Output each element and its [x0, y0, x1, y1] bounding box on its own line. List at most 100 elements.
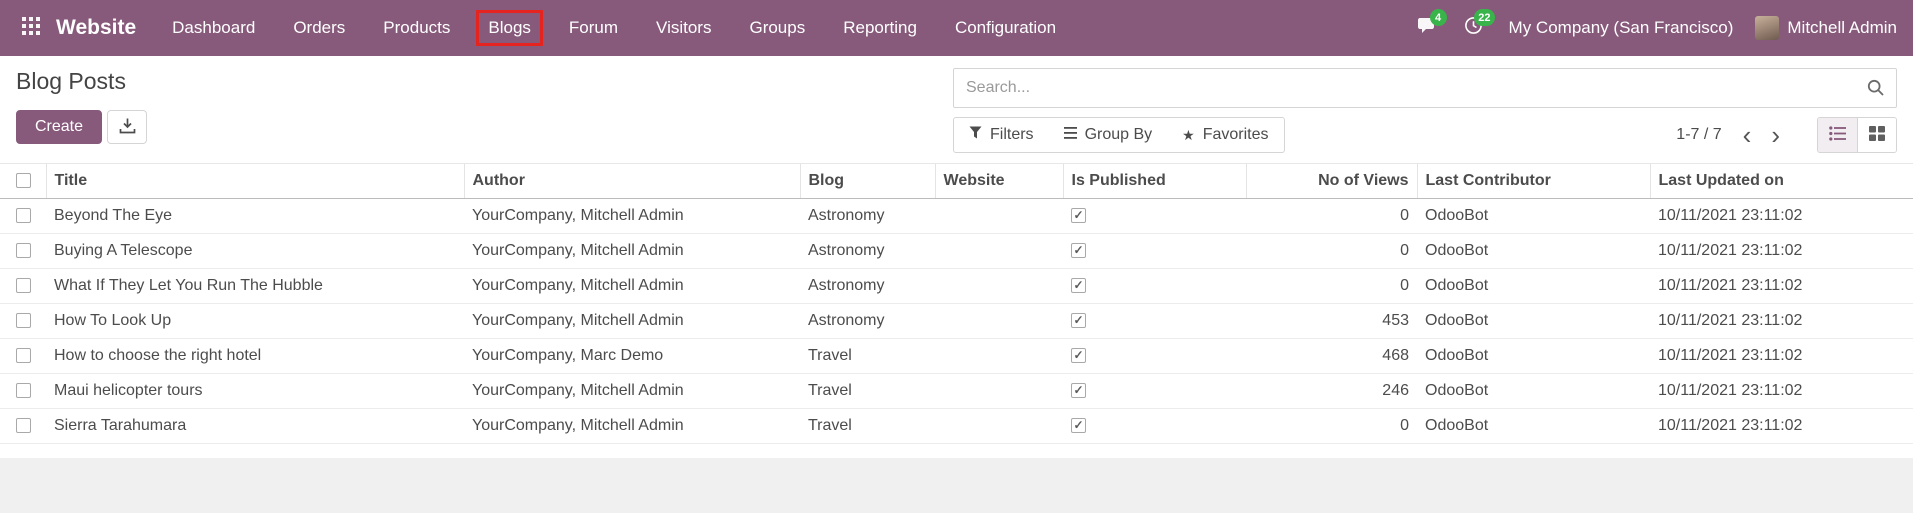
- search-icon[interactable]: [1856, 69, 1896, 107]
- company-switcher[interactable]: My Company (San Francisco): [1509, 18, 1734, 38]
- cell-website: [935, 268, 1063, 304]
- create-button[interactable]: Create: [16, 109, 103, 144]
- control-panel: Blog Posts Create Search... Filters Grou…: [0, 56, 1913, 163]
- row-checkbox[interactable]: [16, 243, 31, 259]
- cell-is-published: ✓: [1063, 408, 1246, 444]
- download-icon: [119, 117, 136, 137]
- menu-reporting[interactable]: Reporting: [843, 12, 917, 44]
- activities-badge: 22: [1474, 9, 1495, 26]
- table-row[interactable]: How to choose the right hotel YourCompan…: [0, 338, 1913, 374]
- pager-range: 1-7 / 7: [1676, 126, 1722, 143]
- column-header-author[interactable]: Author: [463, 163, 800, 199]
- published-checkbox: ✓: [1071, 278, 1086, 294]
- row-checkbox[interactable]: [16, 383, 31, 399]
- column-header-last-contributor[interactable]: Last Contributor: [1416, 163, 1650, 199]
- cell-blog: Astronomy: [800, 268, 935, 304]
- menu-products[interactable]: Products: [383, 12, 450, 44]
- cell-website: [935, 303, 1063, 339]
- cell-updated: 10/11/2021 23:11:02: [1650, 268, 1913, 304]
- group-by-button[interactable]: Group By: [1049, 118, 1168, 152]
- row-checkbox[interactable]: [16, 418, 31, 434]
- cell-author: YourCompany, Mitchell Admin: [464, 268, 800, 304]
- column-header-title[interactable]: Title: [45, 163, 464, 199]
- cell-title: What If They Let You Run The Hubble: [46, 268, 464, 304]
- activities-button[interactable]: 22: [1461, 0, 1495, 56]
- cell-views: 0: [1246, 198, 1417, 234]
- published-checkbox: ✓: [1071, 208, 1086, 224]
- messages-button[interactable]: 4: [1413, 0, 1447, 56]
- list-view-button[interactable]: [1818, 118, 1857, 152]
- select-all-checkbox[interactable]: [16, 173, 31, 189]
- cell-updated: 10/11/2021 23:11:02: [1650, 198, 1913, 234]
- user-menu[interactable]: Mitchell Admin: [1755, 16, 1897, 40]
- filters-button[interactable]: Filters: [954, 118, 1049, 152]
- menu-blogs[interactable]: Blogs: [476, 10, 543, 46]
- table-row[interactable]: Sierra Tarahumara YourCompany, Mitchell …: [0, 408, 1913, 444]
- cell-website: [935, 373, 1063, 409]
- cell-contributor: OdooBot: [1417, 303, 1650, 339]
- cell-title: Buying A Telescope: [46, 233, 464, 269]
- column-header-is-published[interactable]: Is Published: [1062, 163, 1246, 199]
- cell-updated: 10/11/2021 23:11:02: [1650, 338, 1913, 374]
- menu-orders[interactable]: Orders: [293, 12, 345, 44]
- published-checkbox: ✓: [1071, 383, 1086, 399]
- cell-contributor: OdooBot: [1417, 338, 1650, 374]
- pager-next-button[interactable]: ›: [1762, 122, 1789, 148]
- cell-title: Maui helicopter tours: [46, 373, 464, 409]
- search-input[interactable]: [954, 79, 1856, 97]
- cell-website: [935, 408, 1063, 444]
- table-row[interactable]: Buying A Telescope YourCompany, Mitchell…: [0, 233, 1913, 269]
- column-header-blog[interactable]: Blog: [799, 163, 935, 199]
- apps-menu-button[interactable]: [16, 0, 46, 56]
- table-row[interactable]: Beyond The Eye YourCompany, Mitchell Adm…: [0, 198, 1913, 234]
- cell-author: YourCompany, Mitchell Admin: [464, 198, 800, 234]
- menu-configuration[interactable]: Configuration: [955, 12, 1056, 44]
- row-checkbox[interactable]: [16, 348, 31, 364]
- export-button[interactable]: [107, 109, 148, 144]
- row-checkbox[interactable]: [16, 313, 31, 329]
- favorites-button[interactable]: ★ Favorites: [1167, 118, 1283, 152]
- page-title: Blog Posts: [16, 68, 126, 94]
- list-view-icon: [1829, 126, 1846, 144]
- cell-website: [935, 233, 1063, 269]
- top-navbar: Website Dashboard Orders Products Blogs …: [0, 0, 1913, 56]
- cell-author: YourCompany, Marc Demo: [464, 338, 800, 374]
- kanban-view-button[interactable]: [1857, 118, 1896, 152]
- cell-blog: Astronomy: [800, 303, 935, 339]
- content-background: [0, 458, 1913, 513]
- cell-author: YourCompany, Mitchell Admin: [464, 303, 800, 339]
- menu-visitors[interactable]: Visitors: [656, 12, 711, 44]
- cell-contributor: OdooBot: [1417, 233, 1650, 269]
- cell-title: How To Look Up: [46, 303, 464, 339]
- row-checkbox[interactable]: [16, 208, 31, 224]
- menu-dashboard[interactable]: Dashboard: [172, 12, 255, 44]
- column-header-website[interactable]: Website: [934, 163, 1063, 199]
- table-row[interactable]: What If They Let You Run The Hubble Your…: [0, 268, 1913, 304]
- cell-author: YourCompany, Mitchell Admin: [464, 408, 800, 444]
- cell-contributor: OdooBot: [1417, 268, 1650, 304]
- cell-is-published: ✓: [1063, 303, 1246, 339]
- column-header-last-updated-on[interactable]: Last Updated on: [1649, 163, 1913, 199]
- column-header-no-of-views[interactable]: No of Views: [1245, 163, 1417, 199]
- cell-is-published: ✓: [1063, 233, 1246, 269]
- pager: 1-7 / 7 ‹ ›: [1676, 122, 1789, 148]
- table-row[interactable]: How To Look Up YourCompany, Mitchell Adm…: [0, 303, 1913, 339]
- cell-updated: 10/11/2021 23:11:02: [1650, 233, 1913, 269]
- pager-previous-button[interactable]: ‹: [1734, 122, 1761, 148]
- table-row[interactable]: Maui helicopter tours YourCompany, Mitch…: [0, 373, 1913, 409]
- user-name: Mitchell Admin: [1787, 18, 1897, 37]
- search-options-group: Filters Group By ★ Favorites: [953, 117, 1285, 153]
- menu-forum[interactable]: Forum: [569, 12, 618, 44]
- cell-blog: Astronomy: [800, 233, 935, 269]
- cell-title: Beyond The Eye: [46, 198, 464, 234]
- menu-groups[interactable]: Groups: [749, 12, 805, 44]
- cell-views: 0: [1246, 233, 1417, 269]
- row-checkbox[interactable]: [16, 278, 31, 294]
- cell-author: YourCompany, Mitchell Admin: [464, 233, 800, 269]
- cell-contributor: OdooBot: [1417, 408, 1650, 444]
- app-brand[interactable]: Website: [56, 16, 136, 40]
- cell-blog: Travel: [800, 408, 935, 444]
- published-checkbox: ✓: [1071, 418, 1086, 434]
- cell-views: 468: [1246, 338, 1417, 374]
- table-header-row: Title Author Blog Website Is Published N…: [0, 163, 1913, 199]
